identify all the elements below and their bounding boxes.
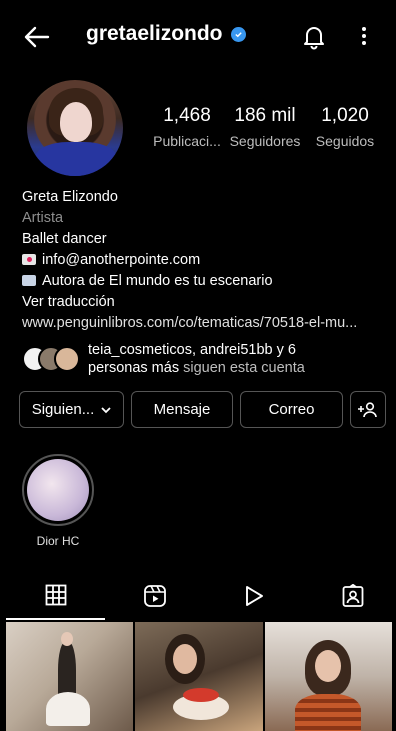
bio-email: info@anotherpointe.com (42, 252, 201, 268)
stat-followers[interactable]: 186 mil Seguidores (226, 105, 304, 149)
bio-book: Autora de El mundo es tu escenario (42, 273, 273, 289)
followed-by-more: personas más (88, 360, 180, 376)
verified-badge-icon (230, 26, 246, 42)
bio-line: Ballet dancer (22, 231, 107, 247)
highlight-label: Dior HC (36, 534, 80, 548)
stat-following-label: Seguidos (315, 133, 375, 149)
following-button-label: Siguien... (31, 401, 95, 418)
love-letter-icon (22, 254, 36, 265)
email-button-label: Correo (268, 401, 315, 418)
add-person-icon (358, 401, 377, 417)
bell-icon[interactable] (300, 22, 328, 50)
profile-name: Greta Elizondo (22, 189, 118, 205)
following-button[interactable]: Siguien... (19, 391, 124, 428)
tab-videos[interactable] (204, 572, 303, 620)
post-thumbnail[interactable] (6, 622, 134, 731)
suggested-people-button[interactable] (350, 391, 386, 428)
stat-posts[interactable]: 1,468 Publicaci... (148, 105, 226, 149)
more-options-icon[interactable] (354, 22, 374, 50)
reels-icon (143, 585, 166, 607)
stat-posts-label: Publicaci... (153, 133, 221, 149)
email-button[interactable]: Correo (240, 391, 343, 428)
stat-following[interactable]: 1,020 Seguidos (308, 105, 382, 149)
tab-tagged[interactable] (303, 572, 396, 620)
profile-category: Artista (22, 210, 64, 226)
translate-link[interactable]: Ver traducción (22, 292, 382, 313)
followed-by-avatars (22, 346, 80, 372)
username-text: gretaelizondo (86, 22, 223, 45)
followed-by-text: teia_cosmeticos, andrei51bb y 6 personas… (88, 341, 368, 377)
open-book-icon (22, 275, 36, 286)
tab-posts-grid[interactable] (6, 572, 105, 620)
post-thumbnail[interactable] (135, 622, 263, 731)
profile-avatar[interactable] (27, 80, 123, 176)
grid-icon (45, 584, 66, 606)
followed-by-names: teia_cosmeticos, andrei51bb (88, 342, 273, 358)
stat-following-value: 1,020 (321, 105, 369, 126)
story-highlight[interactable] (22, 454, 94, 526)
website-link[interactable]: www.penguinlibros.com/co/tematicas/70518… (22, 313, 382, 334)
profile-username: gretaelizondo (86, 22, 246, 46)
stat-followers-value: 186 mil (234, 105, 296, 126)
post-thumbnail[interactable] (264, 622, 392, 731)
play-icon (245, 586, 263, 606)
bio-book-line: Autora de El mundo es tu escenario (22, 271, 382, 292)
stat-posts-value: 1,468 (163, 105, 211, 126)
followed-by-and: y 6 (272, 342, 296, 358)
highlight-thumbnail (27, 459, 89, 521)
message-button-label: Mensaje (153, 401, 211, 418)
stat-followers-label: Seguidores (229, 133, 301, 149)
tab-reels[interactable] (105, 572, 204, 620)
followed-by[interactable]: teia_cosmeticos, andrei51bb y 6 personas… (22, 341, 368, 377)
top-bar: gretaelizondo (0, 0, 396, 72)
profile-tabs (0, 572, 396, 620)
tagged-person-icon (342, 584, 363, 607)
bio-email-line[interactable]: info@anotherpointe.com (22, 250, 382, 271)
back-arrow-icon[interactable] (22, 22, 52, 52)
follower-avatar (54, 346, 80, 372)
posts-grid (6, 622, 392, 731)
followed-by-tail: siguen esta cuenta (179, 360, 305, 376)
message-button[interactable]: Mensaje (131, 391, 233, 428)
profile-bio: Greta Elizondo Artista Ballet dancer inf… (22, 187, 382, 334)
chevron-down-icon (101, 406, 111, 413)
